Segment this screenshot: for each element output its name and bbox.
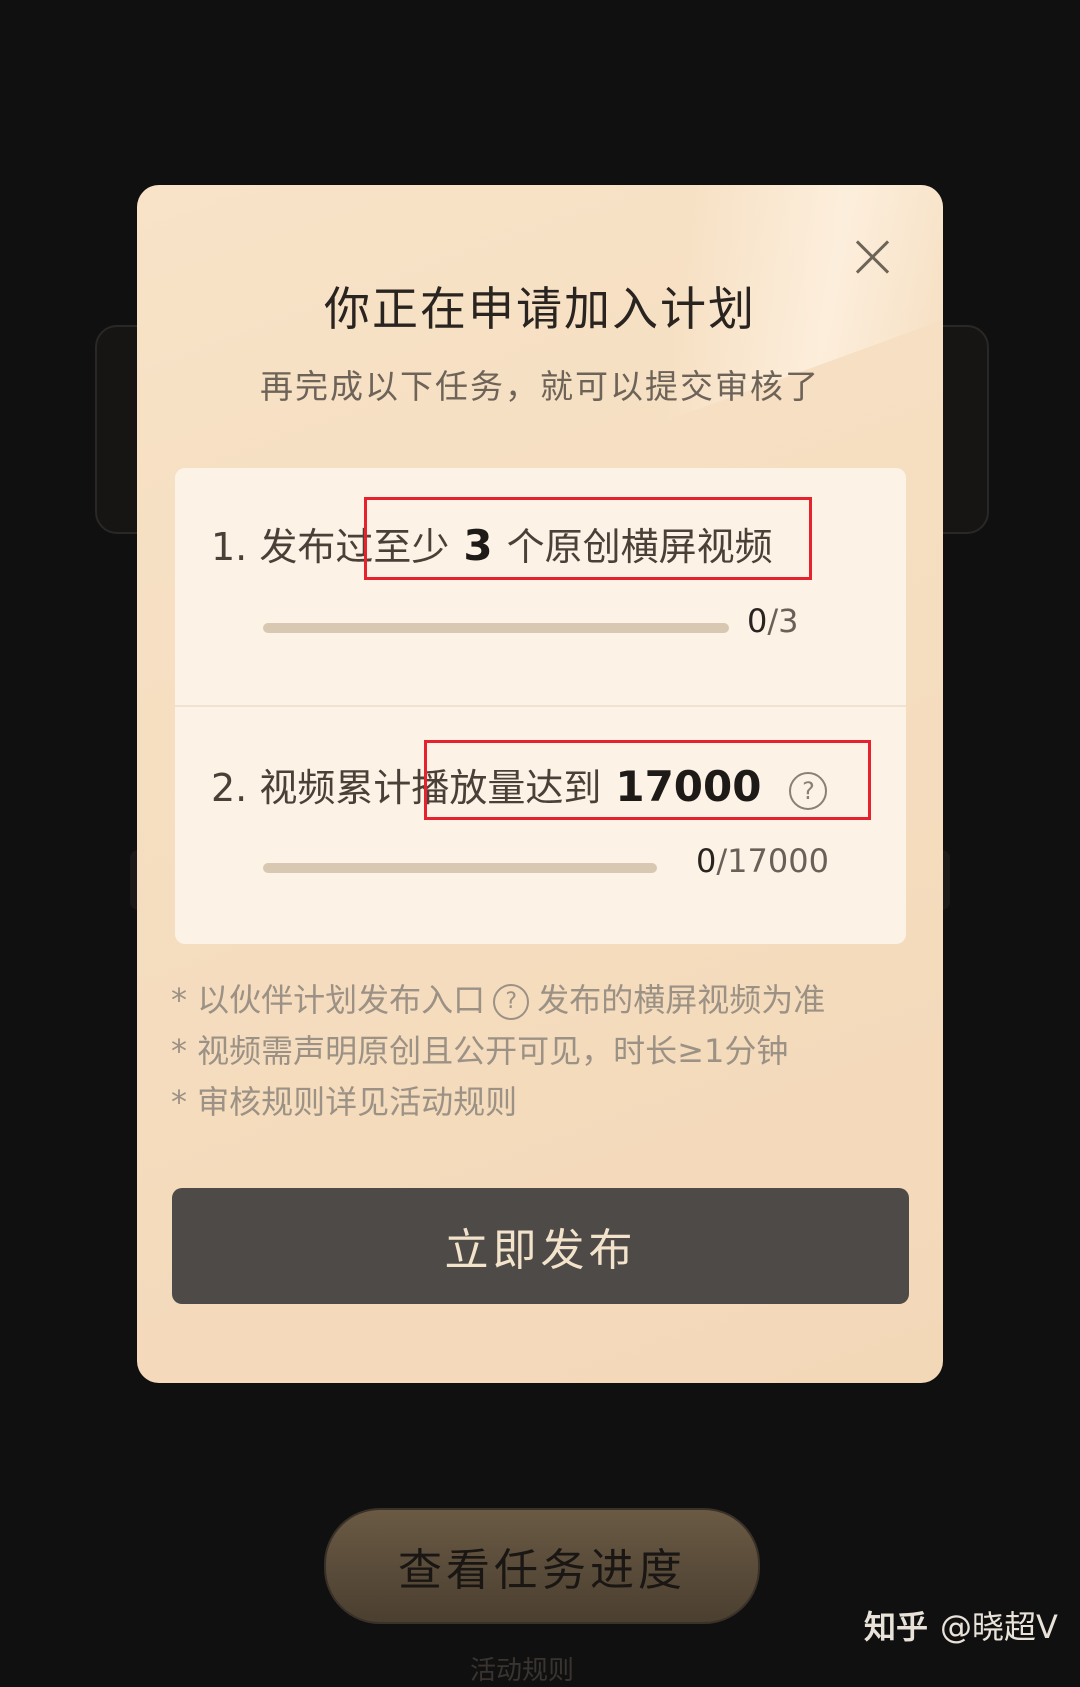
watermark: 知乎 @晓超V [864, 1602, 1058, 1648]
notes: * 以伙伴计划发布入口? 发布的横屏视频为准 * 视频需声明原创且公开可见，时长≥… [171, 975, 825, 1128]
task-1-progress-track [263, 623, 729, 633]
task-1-progress-count: 0/3 [747, 602, 799, 640]
task-item-videos: 1. 发布过至少 3 个原创横屏视频 0/3 [175, 468, 906, 705]
note-original: * 视频需声明原创且公开可见，时长≥1分钟 [171, 1032, 789, 1070]
highlight-box-2 [424, 740, 871, 820]
close-icon[interactable] [853, 237, 893, 277]
highlight-box-1 [364, 497, 812, 580]
note-entry: * 以伙伴计划发布入口? 发布的横屏视频为准 [171, 975, 825, 1026]
watermark-author: @晓超V [940, 1608, 1058, 1646]
publish-button[interactable]: 立即发布 [172, 1188, 909, 1304]
task-1-progress-current: 0 [747, 602, 768, 640]
view-progress-button[interactable]: 查看任务进度 [324, 1508, 760, 1624]
task-1-progress-total: /3 [767, 602, 799, 640]
task-2-progress-current: 0 [696, 842, 717, 880]
note-1-before: * 以伙伴计划发布入口 [171, 981, 486, 1019]
note-1-after: 发布的横屏视频为准 [537, 981, 826, 1019]
task-2-progress-track [263, 863, 657, 873]
task-list: 1. 发布过至少 3 个原创横屏视频 0/3 2. 视频累计播放量达到 17000? … [175, 468, 906, 944]
modal-subtitle: 再完成以下任务，就可以提交审核了 [260, 367, 820, 406]
task-item-views: 2. 视频累计播放量达到 17000? 0/17000 [175, 707, 906, 944]
modal-title: 你正在申请加入计划 [324, 282, 756, 336]
watermark-site: 知乎 [864, 1608, 929, 1646]
help-icon[interactable]: ? [493, 984, 530, 1020]
note-rules: * 审核规则详见活动规则 [171, 1083, 518, 1121]
apply-plan-modal: 你正在申请加入计划 再完成以下任务，就可以提交审核了 1. 发布过至少 3 个原创横… [137, 185, 943, 1383]
task-2-progress-total: /17000 [716, 842, 829, 880]
task-2-progress-count: 0/17000 [696, 842, 829, 880]
